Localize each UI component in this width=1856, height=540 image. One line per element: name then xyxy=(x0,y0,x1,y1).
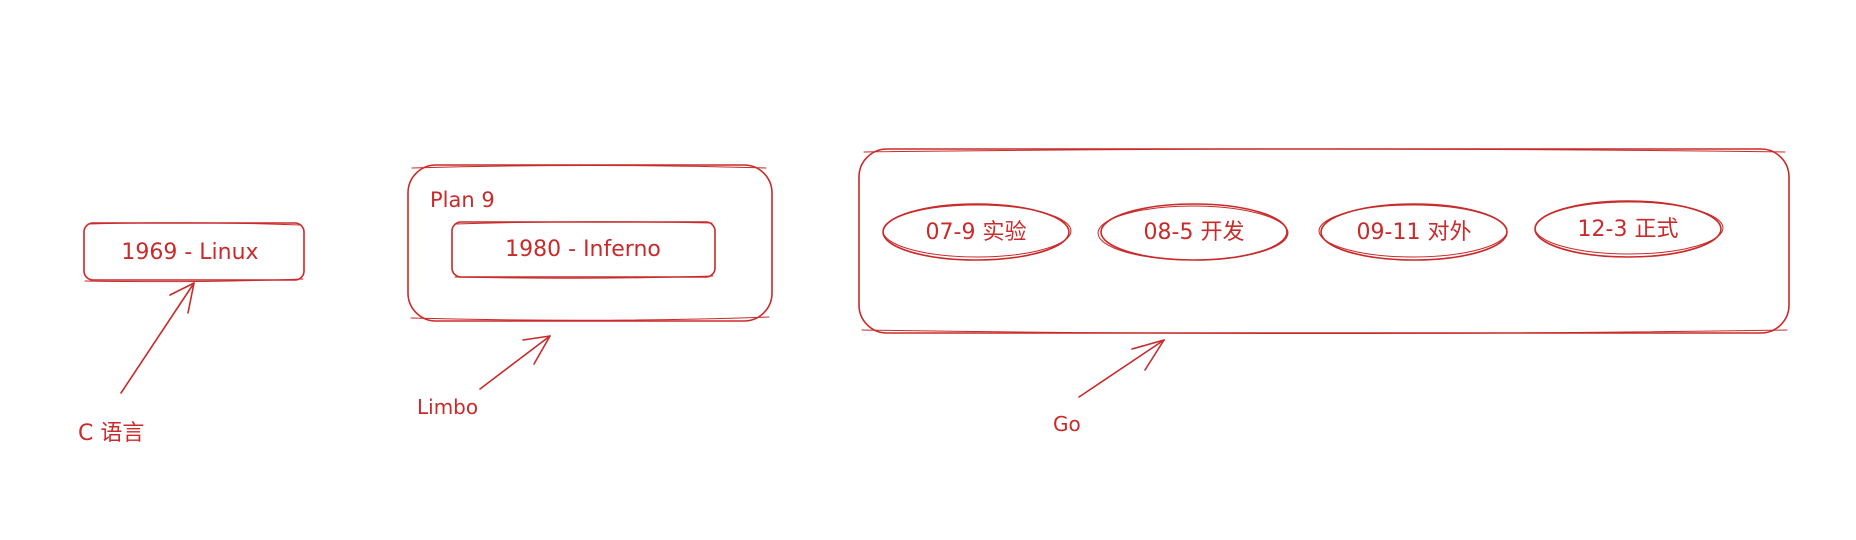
inferno-label: 1980 - Inferno xyxy=(505,237,661,262)
arrow-limbo-to-plan9 xyxy=(479,335,551,390)
go-item-label: 12-3 正式 xyxy=(1578,217,1679,242)
timeline-diagram: 1969 - Linux Plan 9 1980 - Inferno 07-9 … xyxy=(78,148,1790,446)
limbo-label: Limbo xyxy=(417,395,478,419)
go-item-label: 08-5 开发 xyxy=(1144,220,1245,245)
linux-label: 1969 - Linux xyxy=(121,240,258,265)
c-language-label: C 语言 xyxy=(78,421,144,446)
go-item-label: 07-9 实验 xyxy=(926,220,1027,245)
arrow-c-to-linux xyxy=(120,282,195,394)
go-item-label: 09-11 对外 xyxy=(1357,220,1472,245)
plan9-title: Plan 9 xyxy=(430,188,495,212)
go-label: Go xyxy=(1053,412,1081,436)
arrow-go-to-container xyxy=(1078,339,1165,398)
